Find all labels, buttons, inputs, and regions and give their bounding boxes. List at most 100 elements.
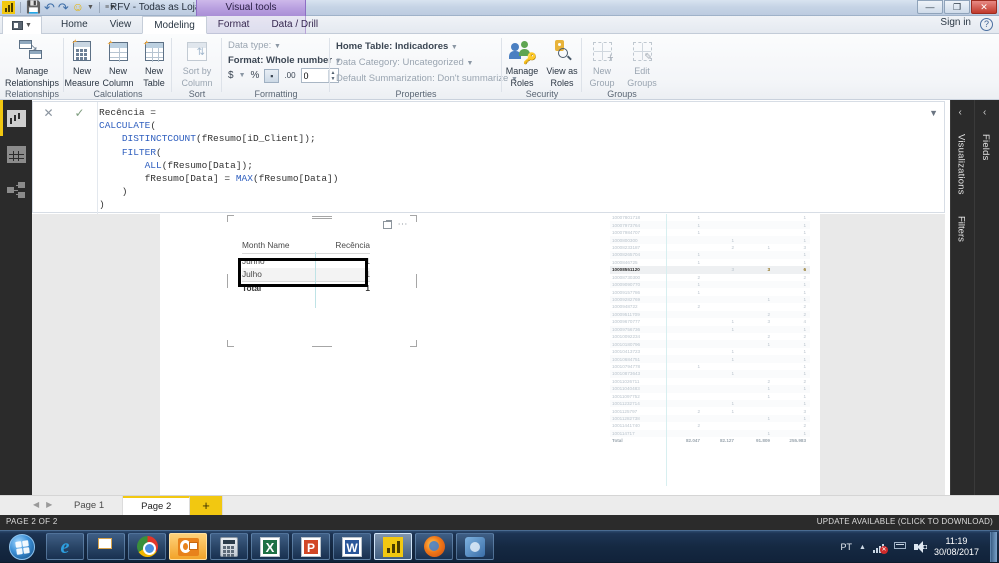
decimal-places-icon[interactable]: .00 <box>284 71 295 80</box>
more-options-icon[interactable]: ⋯ <box>398 220 409 230</box>
formula-bar[interactable]: ✕ ✓ ▼ Recência = CALCULATE( DISTINCTCOUNT… <box>32 101 945 214</box>
taskbar-calculator[interactable] <box>210 533 248 560</box>
table-row[interactable]: 10010092234 2 2 <box>610 333 810 340</box>
report-page[interactable]: 10007801718 1 1 10007973764 1 1 10007984707 1 1 1… <box>160 214 820 495</box>
taskbar-excel[interactable]: X <box>251 533 289 560</box>
data-type-row[interactable]: Data type: ▼ <box>228 40 342 51</box>
table-row[interactable]: 10010794778 1 1 <box>610 363 810 370</box>
resize-handle[interactable] <box>227 215 234 222</box>
table-row[interactable]: 10010180796 1 1 <box>610 340 810 348</box>
table-row[interactable]: 10011282738 1 1 <box>610 414 810 423</box>
taskbar-power-bi[interactable] <box>374 533 412 560</box>
table-row[interactable]: 1000846725 1 1 <box>610 259 810 266</box>
report-view-button[interactable] <box>0 100 32 136</box>
accept-checkmark-icon[interactable]: ✓ <box>64 102 95 124</box>
table-row[interactable]: 10010684751 1 1 <box>610 355 810 363</box>
clock[interactable]: 11:19 30/08/2017 <box>934 536 983 558</box>
edit-groups-button[interactable]: ✎ Edit Groups <box>622 38 662 88</box>
taskbar-file-explorer[interactable] <box>87 533 125 560</box>
visualizations-pane-collapsed[interactable]: ‹ Visualizations Filters <box>950 100 974 495</box>
table-row[interactable]: 1000948722 2 2 <box>610 303 810 310</box>
drag-handle[interactable] <box>312 215 332 220</box>
format-row[interactable]: Format: Whole number ▼ <box>228 55 342 66</box>
chevron-down-icon[interactable]: ▼ <box>239 72 246 79</box>
table-row[interactable]: 10009756736 1 1 <box>610 325 810 333</box>
taskbar-other-app[interactable] <box>456 533 494 560</box>
sort-by-column-button[interactable]: ⇅ Sort by Column <box>172 38 222 88</box>
table-row[interactable]: 100114717 1 1 <box>610 429 810 438</box>
close-button[interactable]: ✕ <box>971 0 997 14</box>
focus-mode-icon[interactable] <box>382 221 392 229</box>
fields-pane-collapsed[interactable]: ‹ Fields <box>974 100 999 495</box>
table-row[interactable]: Julho 1 <box>242 267 370 281</box>
view-as-roles-button[interactable]: View as Roles <box>542 38 582 88</box>
next-page-icon[interactable]: ▶ <box>46 500 52 509</box>
currency-format-button[interactable]: $ <box>228 70 234 81</box>
resize-handle[interactable] <box>410 215 417 222</box>
expand-formula-bar-icon[interactable]: ▼ <box>929 108 938 118</box>
page-tab-page-2[interactable]: Page 2 <box>123 496 191 516</box>
chevron-left-icon[interactable]: ‹ <box>959 107 962 118</box>
table-row[interactable]: 10011026711 2 2 <box>610 378 810 385</box>
report-canvas-area[interactable]: 10007801718 1 1 10007973764 1 1 10007984707 1 1 1… <box>32 214 945 495</box>
sign-in-button[interactable]: Sign in <box>940 17 971 28</box>
home-table-row[interactable]: Home Table: Indicadores ▼ <box>336 41 518 52</box>
save-icon[interactable]: 💾 <box>26 1 41 14</box>
table-row[interactable]: 1001125797 2 1 3 <box>610 407 810 414</box>
update-available-link[interactable]: UPDATE AVAILABLE (CLICK TO DOWNLOAD) <box>817 517 993 526</box>
table-row[interactable]: Junho 1 <box>242 254 370 268</box>
table-row[interactable]: 10007801718 1 1 <box>610 214 810 221</box>
resize-handle[interactable] <box>227 274 228 288</box>
table-row[interactable]: 10009511709 2 2 <box>610 310 810 319</box>
new-group-button[interactable]: + New Group <box>582 38 622 88</box>
relationships-view-button[interactable] <box>0 172 32 208</box>
taskbar-word[interactable]: W <box>333 533 371 560</box>
table-row[interactable]: 10011441740 2 2 <box>610 422 810 429</box>
undo-icon[interactable]: ↶ <box>44 1 55 14</box>
table-row[interactable]: 10011097752 1 1 <box>610 393 810 400</box>
resize-handle[interactable] <box>416 274 417 288</box>
prev-page-icon[interactable]: ◀ <box>33 500 39 509</box>
column-header-recencia[interactable]: Recência <box>314 240 370 250</box>
resize-handle[interactable] <box>312 346 332 347</box>
table-row[interactable]: 10008233187 2 1 3 <box>610 244 810 251</box>
chevron-left-icon[interactable]: ‹ <box>983 107 986 118</box>
add-page-button[interactable]: + <box>190 496 223 516</box>
maximize-button[interactable]: ❐ <box>944 0 970 14</box>
table-row[interactable]: 10010413723 1 1 <box>610 348 810 355</box>
data-view-button[interactable] <box>0 136 32 172</box>
taskbar-powerpoint[interactable]: P <box>292 533 330 560</box>
action-center-icon[interactable] <box>893 541 907 553</box>
taskbar-outlook[interactable] <box>169 533 207 560</box>
table-row[interactable]: 1000800300 1 1 <box>610 236 810 244</box>
show-desktop-button[interactable] <box>990 532 997 562</box>
table-row[interactable]: 10009282769 1 1 <box>610 295 810 304</box>
taskbar-chrome[interactable] <box>128 533 166 560</box>
taskbar-internet-explorer[interactable]: e <box>46 533 84 560</box>
page-tab-page-1[interactable]: Page 1 <box>56 496 124 516</box>
decimal-places-input[interactable] <box>301 69 328 82</box>
manage-roles-button[interactable]: 🔑 Manage Roles <box>502 38 542 88</box>
table-row[interactable]: 10007984707 1 1 <box>610 229 810 236</box>
network-disconnected-icon[interactable]: ✕ <box>872 541 888 554</box>
table-row[interactable]: 10008551120 3 3 6 <box>610 266 810 274</box>
help-icon[interactable]: ? <box>980 18 993 31</box>
file-menu-button[interactable]: ▼ <box>2 16 42 34</box>
table-row[interactable]: 10011040483 1 1 <box>610 385 810 393</box>
dax-formula-text[interactable]: Recência = CALCULATE( DISTINCTCOUNT(fResu… <box>99 106 918 212</box>
table-row[interactable]: 10010873643 1 1 <box>610 370 810 378</box>
resize-handle[interactable] <box>227 340 234 347</box>
data-category-row[interactable]: Data Category: Uncategorized ▼ <box>336 57 518 68</box>
redo-icon[interactable]: ↷ <box>58 1 69 14</box>
manage-relationships-button[interactable]: ↘ Manage Relationships <box>0 38 64 88</box>
tab-data-drill[interactable]: Data / Drill <box>260 16 329 34</box>
default-summarization-row[interactable]: Default Summarization: Don't summarize ▼ <box>336 73 518 84</box>
comma-separator-icon[interactable]: ▪ <box>264 68 280 83</box>
new-table-button[interactable]: ✦ New Table <box>136 38 172 89</box>
taskbar-firefox[interactable] <box>415 533 453 560</box>
minimize-button[interactable]: — <box>917 0 943 14</box>
table-row[interactable]: 10009670777 1 3 4 <box>610 318 810 325</box>
table-row[interactable]: 10011232714 1 1 <box>610 399 810 408</box>
new-measure-button[interactable]: ✦ New Measure <box>64 38 100 88</box>
language-indicator[interactable]: PT <box>841 542 853 552</box>
